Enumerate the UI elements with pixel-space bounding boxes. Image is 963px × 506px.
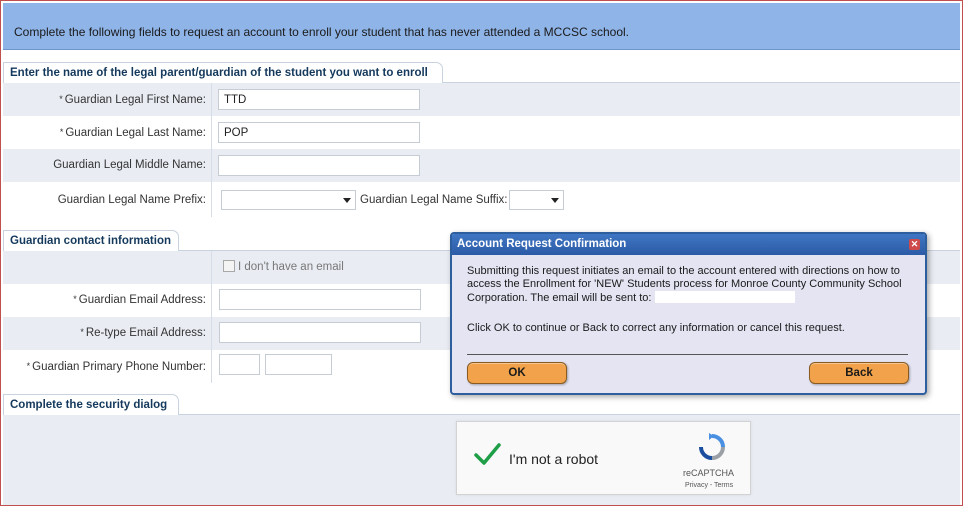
middle-name-input[interactable] [218, 155, 420, 176]
retype-email-input[interactable] [219, 322, 421, 343]
recaptcha-widget: I'm not a robot reCAPTCHA Privacy - Term… [456, 421, 751, 495]
first-name-input[interactable]: TTD [218, 89, 420, 110]
close-icon[interactable]: ✕ [909, 239, 920, 250]
required-marker: * [80, 327, 84, 337]
page-frame: Complete the following fields to request… [0, 0, 963, 506]
row-split [211, 182, 212, 217]
first-name-label: * Guardian Legal First Name: [59, 94, 206, 106]
retype-email-label-text: Re-type Email Address: [85, 327, 206, 339]
email-label-text: Guardian Email Address: [78, 294, 206, 306]
dialog-instructions: Click OK to continue or Back to correct … [467, 322, 845, 334]
dialog-title-bar: Account Request Confirmation ✕ [452, 234, 925, 255]
guardian-section-title: Enter the name of the legal parent/guard… [3, 62, 443, 83]
no-email-label: I don't have an email [238, 261, 344, 273]
prefix-select[interactable] [221, 190, 356, 210]
prefix-suffix-row: Guardian Legal Name Prefix: Guardian Leg… [3, 182, 960, 217]
phone-label-text: Guardian Primary Phone Number: [32, 361, 206, 373]
row-split [211, 116, 212, 149]
last-name-label-text: Guardian Legal Last Name: [65, 127, 206, 139]
chevron-down-icon [551, 198, 559, 203]
row-split [211, 149, 212, 182]
dialog-divider [467, 354, 908, 355]
row-split [211, 317, 212, 350]
dialog-message: Submitting this request initiates an ema… [467, 265, 912, 305]
retype-email-label: * Re-type Email Address: [80, 327, 206, 339]
row-split [211, 83, 212, 116]
checkmark-icon[interactable] [473, 440, 501, 468]
ok-button[interactable]: OK [467, 362, 567, 384]
row-split [211, 251, 212, 284]
email-recipient-field [654, 291, 795, 303]
first-name-row: * Guardian Legal First Name: TTD [3, 83, 960, 116]
email-input[interactable] [219, 289, 421, 310]
recaptcha-logo-icon [699, 433, 725, 460]
info-banner: Complete the following fields to request… [3, 3, 960, 50]
chevron-down-icon [343, 198, 351, 203]
last-name-row: * Guardian Legal Last Name: POP [3, 116, 960, 149]
last-name-label: * Guardian Legal Last Name: [60, 127, 206, 139]
required-marker: * [59, 94, 63, 104]
first-name-label-text: Guardian Legal First Name: [64, 94, 206, 106]
captcha-label: I'm not a robot [509, 451, 599, 467]
email-label: * Guardian Email Address: [73, 294, 206, 306]
security-section-title: Complete the security dialog [3, 394, 179, 415]
contact-section-title: Guardian contact information [3, 230, 179, 251]
captcha-brand: reCAPTCHA [683, 468, 735, 478]
row-split [211, 350, 212, 383]
captcha-terms-link[interactable]: Privacy - Terms [685, 482, 733, 489]
phone-number-input[interactable] [265, 354, 332, 375]
prefix-label: Guardian Legal Name Prefix: [57, 194, 206, 206]
banner-text: Complete the following fields to request… [14, 25, 630, 39]
required-marker: * [73, 294, 77, 304]
account-request-dialog: Account Request Confirmation ✕ Submittin… [450, 232, 927, 395]
required-marker: * [59, 127, 64, 137]
phone-area-code-input[interactable] [219, 354, 260, 375]
suffix-select[interactable] [509, 190, 564, 210]
dialog-title: Account Request Confirmation [457, 238, 627, 250]
last-name-input[interactable]: POP [218, 122, 420, 143]
required-marker: * [26, 361, 31, 371]
middle-name-row: Guardian Legal Middle Name: [3, 149, 960, 182]
row-split [211, 284, 212, 317]
suffix-label: Guardian Legal Name Suffix: [360, 194, 508, 206]
no-email-checkbox[interactable] [223, 260, 235, 272]
back-button[interactable]: Back [809, 362, 909, 384]
middle-name-label: Guardian Legal Middle Name: [53, 159, 206, 171]
phone-label: * Guardian Primary Phone Number: [27, 361, 206, 373]
